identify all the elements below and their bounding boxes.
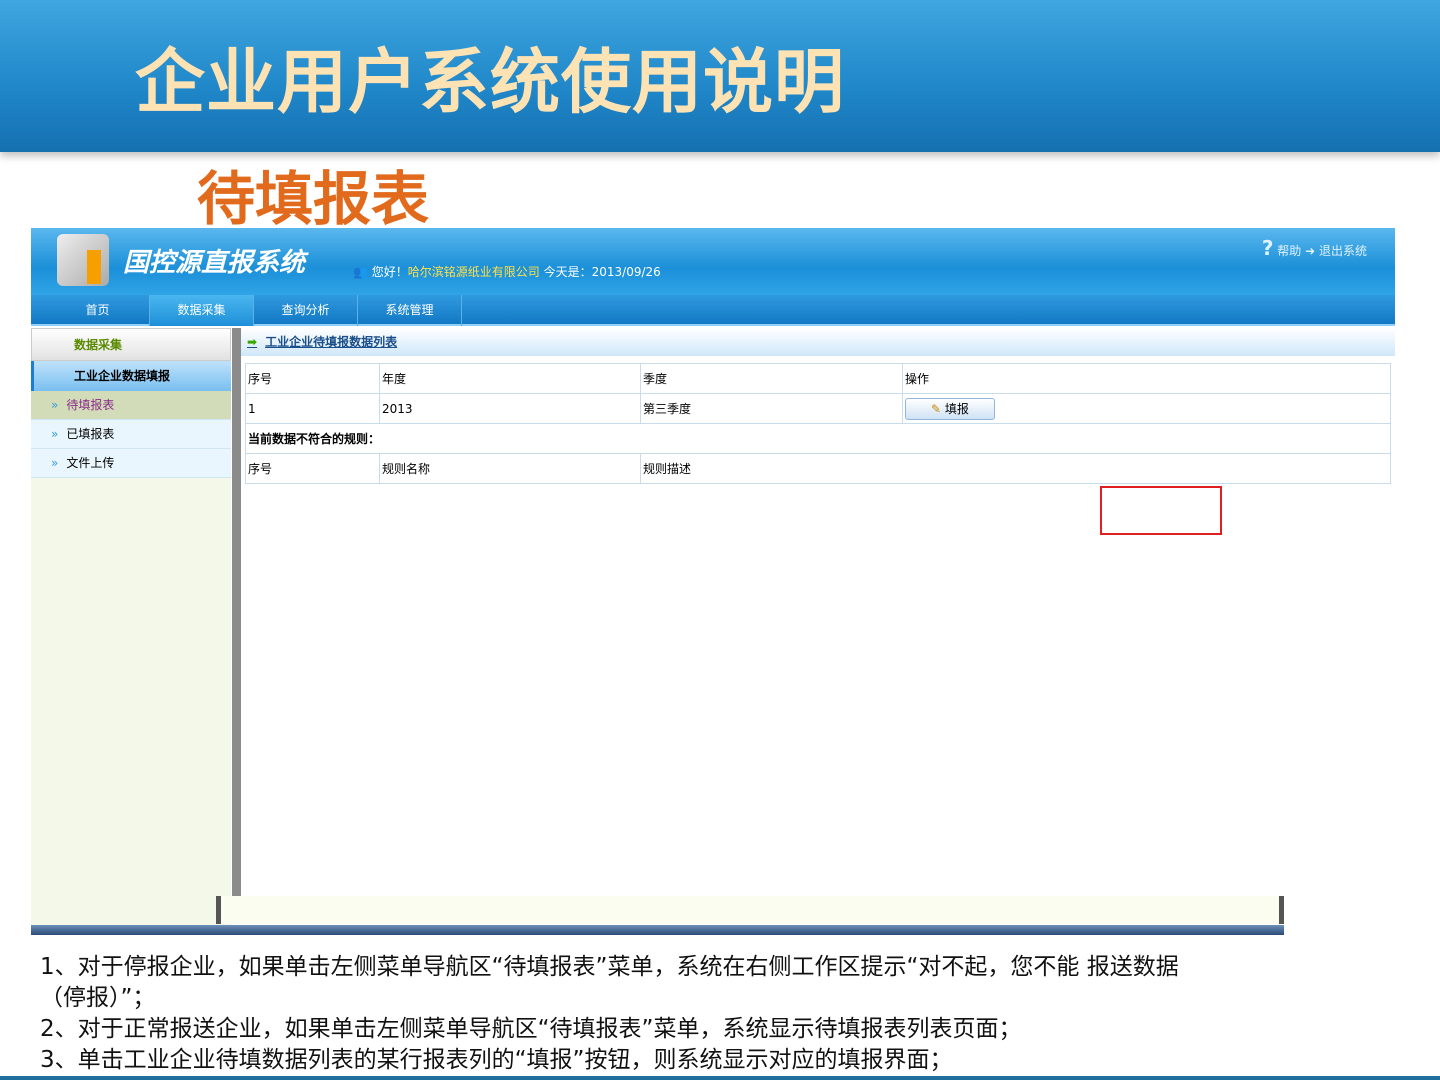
slide-title: 企业用户系统使用说明: [135, 41, 845, 123]
rule-col-name: 规则名称: [379, 453, 641, 484]
main-nav: 首页 数据采集 查询分析 系统管理: [31, 295, 1395, 326]
rule-col-no: 序号: [245, 453, 380, 484]
logo-icon: [57, 234, 109, 286]
sidebar-item-upload[interactable]: » 文件上传: [31, 449, 231, 478]
sidebar: 数据采集 工业企业数据填报 » 待填报表 » 已填报表 » 文件上传: [31, 328, 231, 935]
rules-header-row: 序号 规则名称 规则描述: [245, 453, 1391, 484]
rule-col-desc: 规则描述: [640, 453, 1391, 484]
sidebar-item-label: 文件上传: [66, 456, 115, 470]
edit-icon: ✎: [931, 401, 945, 416]
app-screenshot: 国控源直报系统 👥 您好！哈尔滨铭源纸业有限公司 今天是：2013/09/26 …: [31, 228, 1395, 935]
sidebar-item-filled[interactable]: » 已填报表: [31, 420, 231, 449]
sidebar-item-label: 待填报表: [66, 398, 115, 412]
greeting: 👥 您好！哈尔滨铭源纸业有限公司 今天是：2013/09/26: [353, 263, 661, 280]
nav-data-collection[interactable]: 数据采集: [150, 295, 254, 326]
col-no: 序号: [245, 363, 380, 394]
slide-subtitle: 待填报表: [197, 165, 430, 233]
app-header: 国控源直报系统 👥 您好！哈尔滨铭源纸业有限公司 今天是：2013/09/26 …: [31, 228, 1395, 295]
cell-action: ✎ 填报: [902, 393, 1391, 424]
col-action: 操作: [902, 363, 1391, 394]
rules-title: 当前数据不符合的规则：: [245, 423, 1391, 454]
note-line: （停报）”；: [40, 985, 156, 1011]
footer-line: [0, 1076, 1440, 1080]
table-header-row: 序号 年度 季度 操作: [245, 363, 1391, 394]
splitter-handle[interactable]: [232, 328, 241, 896]
col-quarter: 季度: [640, 363, 903, 394]
work-area: ➡ 工业企业待填报数据列表 序号 年度 季度 操作 1 2013 第三季度 ✎ 填…: [241, 328, 1395, 535]
help-link[interactable]: 帮助: [1277, 244, 1301, 258]
logout-link[interactable]: 退出系统: [1319, 244, 1367, 258]
date-label: 今天是：2013/09/26: [543, 265, 661, 279]
sidebar-group[interactable]: 工业企业数据填报: [31, 361, 231, 391]
fill-label: 填报: [944, 401, 969, 416]
rules-title-row: 当前数据不符合的规则：: [245, 423, 1391, 454]
note-line: 1、对于停报企业，如果单击左侧菜单导航区“待填报表”菜单，系统在右侧工作区提示“…: [40, 954, 1179, 980]
caption-text[interactable]: 工业企业待填报数据列表: [265, 335, 397, 349]
note-line: 2、对于正常报送企业，如果单击左侧菜单导航区“待填报表”菜单，系统显示待填报表列…: [40, 1016, 1022, 1042]
logout-icon: ➜: [1305, 244, 1316, 258]
bottom-frame: [216, 896, 1284, 924]
taskbar: [31, 925, 1284, 935]
arrow-icon: ➡: [247, 335, 258, 349]
sidebar-item-label: 已填报表: [66, 427, 115, 441]
cell-quarter: 第三季度: [640, 393, 903, 424]
company-name: 哈尔滨铭源纸业有限公司: [407, 265, 540, 279]
pending-table: 序号 年度 季度 操作 1 2013 第三季度 ✎ 填报 当前数据不符合的规则：…: [245, 363, 1391, 484]
nav-query-analysis[interactable]: 查询分析: [254, 295, 358, 326]
notes: 1、对于停报企业，如果单击左侧菜单导航区“待填报表”菜单，系统在右侧工作区提示“…: [40, 952, 1179, 1076]
note-line: 3、单击工业企业待填数据列表的某行报表列的“填报”按钮，则系统显示对应的填报界面…: [40, 1047, 953, 1073]
col-year: 年度: [379, 363, 641, 394]
help-icon: ?: [1261, 236, 1274, 260]
sidebar-item-pending[interactable]: » 待填报表: [31, 391, 231, 420]
user-icon: 👥: [353, 265, 372, 279]
nav-system-admin[interactable]: 系统管理: [358, 295, 462, 326]
table-row: 1 2013 第三季度 ✎ 填报: [245, 393, 1391, 424]
nav-home[interactable]: 首页: [46, 295, 150, 326]
fill-report-button[interactable]: ✎ 填报: [905, 397, 995, 420]
top-links: ? 帮助 ➜ 退出系统: [1262, 236, 1367, 260]
cell-year: 2013: [379, 393, 641, 424]
greeting-text: 您好！: [371, 265, 408, 279]
chevron-icon: »: [51, 427, 59, 441]
app-name: 国控源直报系统: [123, 248, 306, 278]
list-caption: ➡ 工业企业待填报数据列表: [241, 328, 1395, 356]
highlight-box: [1100, 486, 1222, 535]
cell-no: 1: [245, 393, 380, 424]
chevron-icon: »: [51, 398, 59, 412]
sidebar-header: 数据采集: [31, 328, 231, 361]
chevron-icon: »: [51, 456, 59, 470]
